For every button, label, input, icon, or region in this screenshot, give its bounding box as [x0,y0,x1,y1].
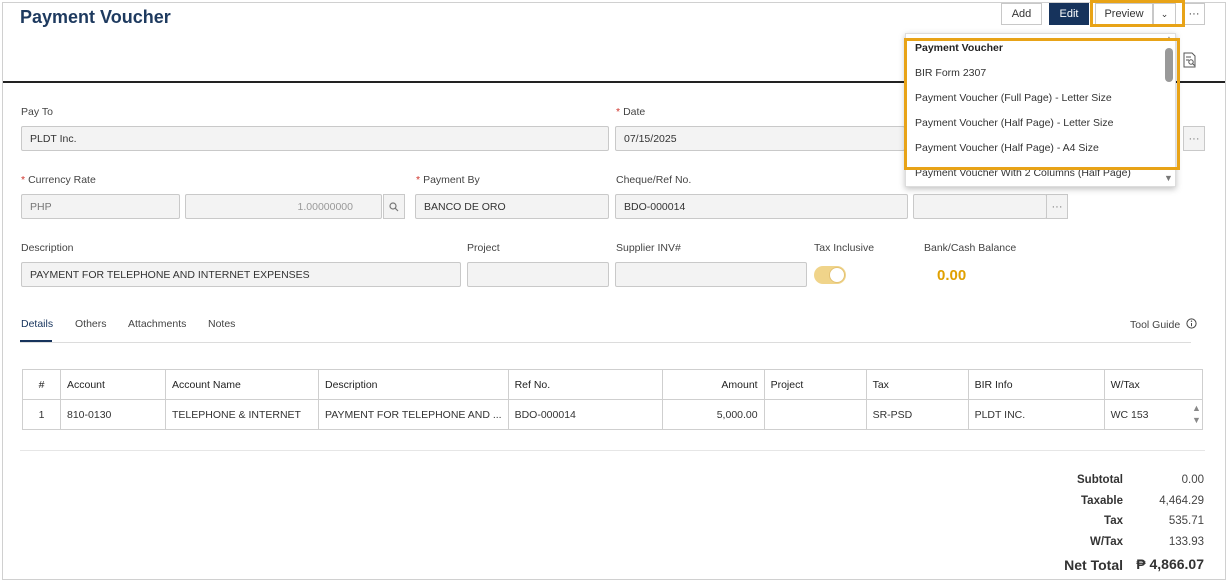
dropdown-item[interactable]: Payment Voucher [915,42,1003,54]
dropdown-item[interactable]: BIR Form 2307 [915,67,986,79]
more-actions-button[interactable]: ··· [1183,3,1205,25]
dropdown-scrollbar[interactable] [1165,48,1173,82]
details-table: # Account Account Name Description Ref N… [22,369,1203,430]
pay-to-field[interactable]: PLDT Inc. [21,126,609,151]
wtax-value: 133.93 [1168,536,1204,548]
table-cell[interactable]: PLDT INC. [967,399,1105,430]
table-row[interactable]: 1 810-0130 TELEPHONE & INTERNET PAYMENT … [22,399,1203,430]
dropdown-item[interactable]: Payment Voucher With 2 Columns (Half Pag… [915,167,1131,179]
table-cell[interactable]: 810-0130 [60,399,166,430]
payment-by-field[interactable]: BANCO DE ORO [415,194,609,219]
tabs-divider [20,342,1191,343]
dropdown-item[interactable]: Payment Voucher (Half Page) - A4 Size [915,142,1099,154]
table-cell[interactable]: PAYMENT FOR TELEPHONE AND ... [318,399,509,430]
payment-by-label: * Payment By [416,174,480,186]
tab-details[interactable]: Details [21,318,53,330]
currency-rate-label: * Currency Rate [21,174,96,186]
dropdown-item[interactable]: Payment Voucher (Full Page) - Letter Siz… [915,92,1112,104]
date-label: * Date [616,106,646,118]
description-field[interactable]: PAYMENT FOR TELEPHONE AND INTERNET EXPEN… [21,262,461,287]
tab-others[interactable]: Others [75,318,107,330]
table-cell[interactable]: SR-PSD [865,399,969,430]
date-field[interactable]: 07/15/2025 [615,126,905,151]
tool-guide-label: Tool Guide [1130,319,1181,331]
col-header: Amount [661,369,765,400]
col-header: BIR Info [967,369,1105,400]
subtotal-label: Subtotal [1077,474,1123,486]
document-search-icon[interactable] [1183,52,1196,68]
toggle-knob [829,267,845,283]
description-label: Description [21,242,74,254]
col-header: Tax [865,369,969,400]
footer-divider [20,450,1205,451]
table-header-row: # Account Account Name Description Ref N… [22,369,1203,400]
table-cell[interactable] [763,399,867,430]
supplier-inv-label: Supplier INV# [616,242,681,254]
dropdown-scroll-down-icon[interactable]: ▼ [1164,173,1173,183]
tax-label: Tax [1104,515,1123,527]
row-scroll-arrows[interactable]: ▲ ▼ [1192,402,1201,426]
pay-to-label: Pay To [21,106,53,118]
dropdown-scroll-up-icon[interactable]: ▲ [1165,34,1173,43]
currency-field[interactable]: PHP [21,194,180,219]
subtotal-value: 0.00 [1181,474,1204,486]
rate-search-button[interactable] [383,194,405,219]
preview-dropdown-toggle[interactable]: ⌄ [1153,3,1176,25]
search-icon [389,201,399,211]
net-total-value: ₱ 4,866.07 [1136,556,1204,572]
cheque-field[interactable]: BDO-000014 [615,194,908,219]
tool-guide-link[interactable]: Tool Guide [1130,318,1197,331]
col-header: Ref No. [507,369,663,400]
cheque-extra-field[interactable] [913,194,1047,219]
table-cell[interactable]: WC 153 [1103,399,1203,430]
table-cell[interactable]: 5,000.00 [661,399,765,430]
table-cell[interactable]: 1 [22,399,61,430]
net-total-label: Net Total [1064,557,1123,573]
wtax-label: W/Tax [1089,536,1123,548]
scroll-up-icon[interactable]: ▲ [1192,402,1201,414]
cheque-label: Cheque/Ref No. [616,174,692,186]
tab-attachments[interactable]: Attachments [128,318,186,330]
pay-to-more-button[interactable]: ··· [1183,126,1205,151]
preview-button[interactable]: Preview [1095,3,1153,25]
currency-rate-field[interactable]: 1.00000000 [185,194,382,219]
balance-label: Bank/Cash Balance [924,242,1017,254]
col-header: # [22,369,61,400]
tab-notes[interactable]: Notes [208,318,235,330]
col-header: Account [60,369,166,400]
chevron-down-icon: ⌄ [1160,8,1169,19]
col-header: Account Name [165,369,319,400]
balance-value: 0.00 [937,267,967,284]
taxable-value: 4,464.29 [1159,495,1204,507]
add-button[interactable]: Add [1001,3,1042,25]
col-header: Description [318,369,509,400]
info-icon [1186,318,1197,329]
edit-button[interactable]: Edit [1049,3,1089,25]
supplier-inv-field[interactable] [615,262,807,287]
project-label: Project [467,242,500,254]
page-title: Payment Voucher [20,7,171,27]
col-header: W/Tax [1103,369,1203,400]
dropdown-item[interactable]: Payment Voucher (Half Page) - Letter Siz… [915,117,1113,129]
table-cell[interactable]: TELEPHONE & INTERNET [165,399,319,430]
scroll-down-icon[interactable]: ▼ [1192,414,1201,426]
project-field[interactable] [467,262,609,287]
table-cell[interactable]: BDO-000014 [507,399,663,430]
tax-inclusive-toggle[interactable] [814,266,846,284]
taxable-label: Taxable [1081,495,1123,507]
preview-dropdown-menu: ▲ Payment Voucher BIR Form 2307 Payment … [905,33,1176,187]
col-header: Project [763,369,867,400]
cheque-more-button[interactable]: ··· [1046,194,1068,219]
tax-inclusive-label: Tax Inclusive [814,242,875,254]
tax-value: 535.71 [1168,515,1204,527]
